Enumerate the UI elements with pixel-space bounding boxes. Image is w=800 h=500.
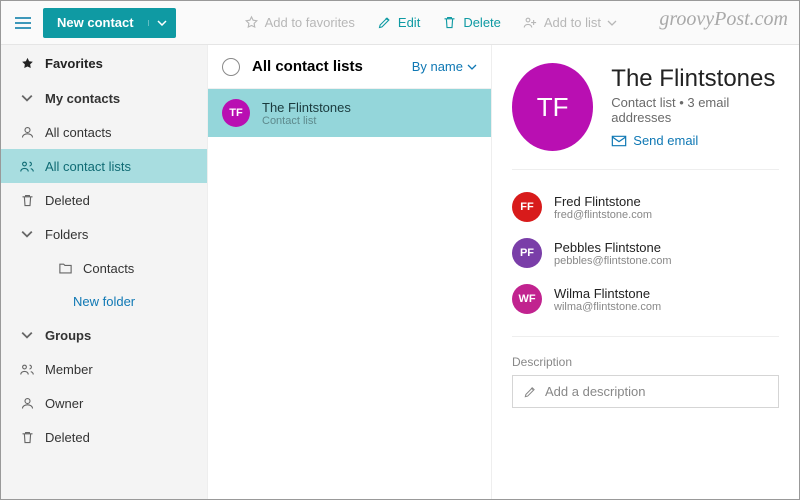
contact-list-pane: All contact lists By name TF The Flintst… bbox=[208, 45, 492, 499]
add-to-list-label: Add to list bbox=[544, 15, 601, 30]
select-all-toggle[interactable] bbox=[222, 58, 240, 76]
list-item-title: The Flintstones bbox=[262, 100, 351, 115]
owner-label: Owner bbox=[45, 396, 83, 411]
sidebar-item-all-contact-lists[interactable]: All contact lists bbox=[1, 149, 207, 183]
trash-icon bbox=[19, 192, 35, 208]
sidebar-item-member[interactable]: Member bbox=[1, 352, 207, 386]
sidebar-item-owner[interactable]: Owner bbox=[1, 386, 207, 420]
pencil-icon bbox=[377, 15, 392, 30]
detail-title: The Flintstones bbox=[611, 65, 779, 93]
list-item[interactable]: TF The Flintstones Contact list bbox=[208, 89, 491, 137]
chevron-down-icon bbox=[19, 226, 35, 242]
sidebar-section-groups[interactable]: Groups bbox=[1, 318, 207, 352]
contacts-folder-icon bbox=[57, 260, 73, 276]
watermark-brand: groovyPost.com bbox=[659, 8, 788, 31]
member-name: Wilma Flintstone bbox=[554, 286, 661, 301]
pencil-icon bbox=[523, 385, 537, 399]
list-item-avatar: TF bbox=[222, 99, 250, 127]
list-header: All contact lists By name bbox=[208, 45, 491, 89]
person-icon bbox=[19, 395, 35, 411]
star-filled-icon bbox=[19, 55, 35, 71]
chevron-down-icon bbox=[19, 327, 35, 343]
sidebar-item-favorites[interactable]: Favorites bbox=[1, 45, 207, 81]
description-label: Description bbox=[512, 355, 779, 369]
add-to-favorites-button[interactable]: Add to favorites bbox=[236, 11, 363, 34]
chevron-down-icon bbox=[607, 20, 617, 26]
send-email-label: Send email bbox=[633, 133, 698, 148]
star-icon bbox=[244, 15, 259, 30]
member-email: fred@flintstone.com bbox=[554, 209, 652, 221]
sidebar-section-my-contacts[interactable]: My contacts bbox=[1, 81, 207, 115]
chevron-down-icon bbox=[19, 90, 35, 106]
my-contacts-label: My contacts bbox=[45, 91, 120, 106]
new-contact-label[interactable]: New contact bbox=[43, 15, 148, 30]
chevron-down-icon bbox=[467, 64, 477, 70]
toolbar-actions: Add to favorites Edit Delete Add to list bbox=[236, 11, 625, 34]
groups-label: Groups bbox=[45, 328, 91, 343]
list-header-title: All contact lists bbox=[252, 58, 400, 75]
new-contact-dropdown[interactable] bbox=[148, 20, 176, 26]
sidebar-new-folder-link[interactable]: New folder bbox=[1, 285, 207, 318]
sort-button[interactable]: By name bbox=[412, 59, 477, 74]
description-placeholder: Add a description bbox=[545, 384, 645, 399]
trash-icon bbox=[442, 15, 457, 30]
sidebar-item-deleted[interactable]: Deleted bbox=[1, 183, 207, 217]
member-avatar: PF bbox=[512, 238, 542, 268]
sort-label: By name bbox=[412, 59, 463, 74]
favorites-label: Favorites bbox=[45, 56, 103, 71]
member-email: wilma@flintstone.com bbox=[554, 301, 661, 313]
member-row[interactable]: PF Pebbles Flintstonepebbles@flintstone.c… bbox=[512, 230, 779, 276]
person-icon bbox=[19, 124, 35, 140]
member-row[interactable]: WF Wilma Flintstonewilma@flintstone.com bbox=[512, 276, 779, 322]
all-contact-lists-label: All contact lists bbox=[45, 159, 131, 174]
all-contacts-label: All contacts bbox=[45, 125, 111, 140]
send-email-link[interactable]: Send email bbox=[611, 133, 779, 148]
member-name: Pebbles Flintstone bbox=[554, 240, 672, 255]
edit-label: Edit bbox=[398, 15, 420, 30]
add-to-favorites-label: Add to favorites bbox=[265, 15, 355, 30]
delete-button[interactable]: Delete bbox=[434, 11, 509, 34]
edit-button[interactable]: Edit bbox=[369, 11, 428, 34]
list-body: TF The Flintstones Contact list bbox=[208, 89, 491, 499]
detail-pane: TF The Flintstones Contact list • 3 emai… bbox=[492, 45, 799, 499]
folders-label: Folders bbox=[45, 227, 88, 242]
sidebar-section-folders[interactable]: Folders bbox=[1, 217, 207, 251]
body-layout: Favorites My contacts All contacts All c… bbox=[1, 45, 799, 499]
detail-avatar: TF bbox=[512, 63, 593, 151]
add-to-list-icon bbox=[523, 15, 538, 30]
member-email: pebbles@flintstone.com bbox=[554, 255, 672, 267]
sidebar: Favorites My contacts All contacts All c… bbox=[1, 45, 208, 499]
add-description-input[interactable]: Add a description bbox=[512, 375, 779, 408]
people-icon bbox=[19, 158, 35, 174]
detail-subtitle: Contact list • 3 email addresses bbox=[611, 95, 779, 125]
folder-contacts-label: Contacts bbox=[83, 261, 134, 276]
member-row[interactable]: FF Fred Flintstonefred@flintstone.com bbox=[512, 184, 779, 230]
detail-header: TF The Flintstones Contact list • 3 emai… bbox=[512, 63, 779, 170]
app-frame: New contact Add to favorites Edit bbox=[0, 0, 800, 500]
member-label: Member bbox=[45, 362, 93, 377]
sidebar-item-folder-contacts[interactable]: Contacts bbox=[1, 251, 207, 285]
member-name: Fred Flintstone bbox=[554, 194, 652, 209]
toolbar: New contact Add to favorites Edit bbox=[1, 1, 799, 45]
hamburger-icon[interactable] bbox=[7, 17, 39, 29]
add-to-list-button[interactable]: Add to list bbox=[515, 11, 625, 34]
sidebar-item-group-deleted[interactable]: Deleted bbox=[1, 420, 207, 454]
group-member-icon bbox=[19, 361, 35, 377]
member-avatar: WF bbox=[512, 284, 542, 314]
member-list: FF Fred Flintstonefred@flintstone.com PF Pe… bbox=[512, 170, 779, 337]
trash-icon bbox=[19, 429, 35, 445]
new-folder-label: New folder bbox=[73, 294, 135, 309]
member-avatar: FF bbox=[512, 192, 542, 222]
new-contact-button[interactable]: New contact bbox=[43, 8, 176, 38]
sidebar-item-all-contacts[interactable]: All contacts bbox=[1, 115, 207, 149]
list-item-subtitle: Contact list bbox=[262, 115, 351, 127]
deleted-label: Deleted bbox=[45, 193, 90, 208]
mail-icon bbox=[611, 135, 627, 147]
delete-label: Delete bbox=[463, 15, 501, 30]
group-deleted-label: Deleted bbox=[45, 430, 90, 445]
